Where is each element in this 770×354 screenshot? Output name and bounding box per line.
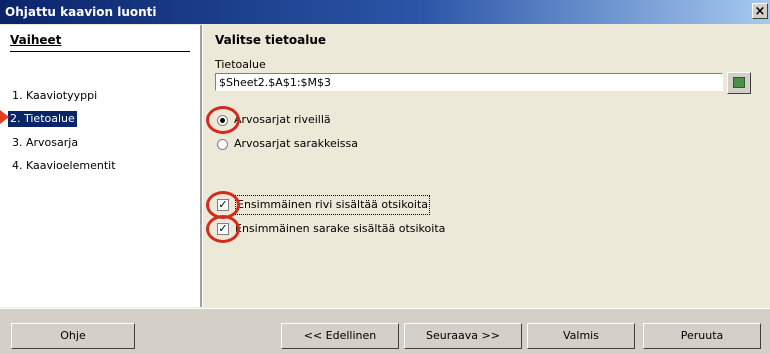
check-first-row-option[interactable]: ✓ Ensimmäinen rivi sisältää otsikoita [217, 195, 431, 215]
checkbox-first-col-mark[interactable]: ✓ [217, 223, 229, 235]
radio-cols-label: Arvosarjat sarakkeissa [234, 137, 358, 150]
title-bar: Ohjattu kaavion luonti × [0, 0, 770, 24]
step-chart-elements[interactable]: 4. Kaavioelementit [10, 158, 118, 174]
step-data-range[interactable]: 2. Tietoalue [8, 111, 77, 127]
step-data-series[interactable]: 3. Arvosarja [10, 135, 80, 151]
check-first-col-label: Ensimmäinen sarake sisältää otsikoita [235, 222, 446, 235]
range-label: Tietoalue [215, 58, 266, 71]
close-icon: × [754, 4, 766, 19]
button-bar: Ohje << Edellinen Seuraava >> Valmis Per… [0, 308, 770, 354]
range-input[interactable] [215, 73, 723, 91]
range-picker-icon [733, 77, 745, 88]
steps-title: Vaiheet [10, 33, 190, 52]
close-button[interactable]: × [752, 3, 768, 19]
radio-rows[interactable] [217, 114, 228, 126]
radio-cols-option[interactable]: Arvosarjat sarakkeissa [217, 135, 358, 153]
check-first-col-option[interactable]: Ensimmäinen sarake sisältää otsikoita ✓ … [217, 220, 445, 238]
radio-rows-label: Arvosarjat riveillä [234, 113, 331, 126]
shrink-range-button[interactable] [727, 72, 751, 94]
radio-cols[interactable] [217, 138, 228, 150]
finish-button[interactable]: Valmis [527, 323, 635, 349]
content-panel: Valitse tietoalue Tietoalue Arvosarjat r… [203, 25, 770, 307]
checkbox-first-row[interactable]: ✓ [217, 199, 229, 211]
steps-panel: Vaiheet 1. Kaaviotyyppi 2. Tietoalue 3. … [0, 25, 200, 307]
back-button[interactable]: << Edellinen [281, 323, 399, 349]
help-button[interactable]: Ohje [11, 323, 135, 349]
section-title: Valitse tietoalue [215, 33, 327, 47]
arrow-pointer-icon [0, 110, 9, 124]
step-chart-type[interactable]: 1. Kaaviotyyppi [10, 88, 99, 104]
cancel-button[interactable]: Peruuta [643, 323, 761, 349]
window-title: Ohjattu kaavion luonti [5, 5, 157, 19]
check-first-row-label: Ensimmäinen rivi sisältää otsikoita [235, 195, 431, 215]
radio-rows-option[interactable]: Arvosarjat riveillä [217, 111, 331, 129]
next-button[interactable]: Seuraava >> [404, 323, 522, 349]
